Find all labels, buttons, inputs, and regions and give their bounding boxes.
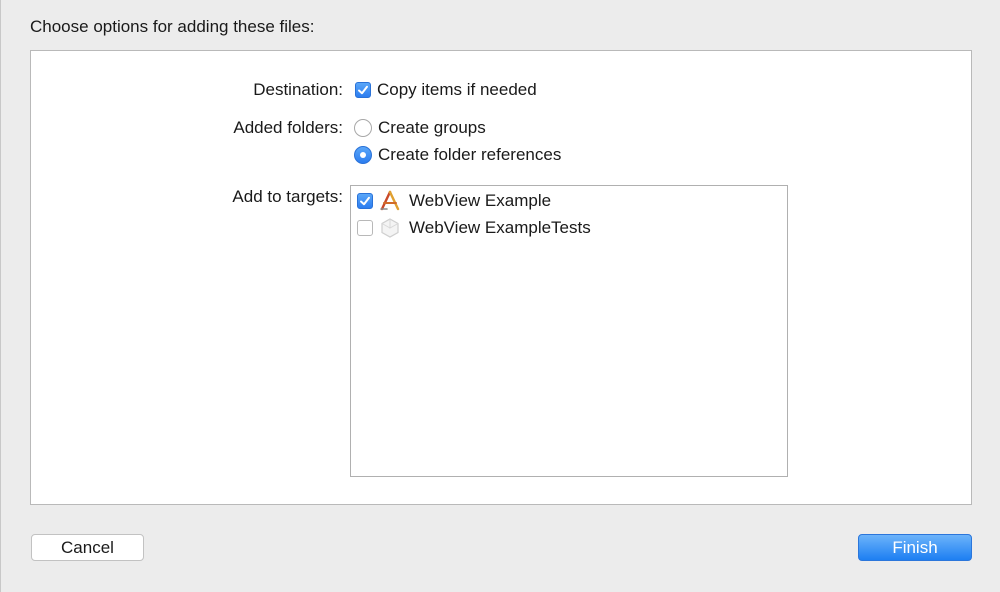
options-panel: Destination: Copy items if needed Added …: [30, 50, 972, 505]
copy-items-checkbox[interactable]: [355, 82, 371, 98]
create-groups-radio-option[interactable]: Create groups: [354, 118, 486, 138]
add-to-targets-label: Add to targets:: [232, 187, 343, 206]
create-groups-label: Create groups: [378, 118, 486, 137]
copy-items-checkbox-option[interactable]: Copy items if needed: [355, 80, 537, 100]
finish-button[interactable]: Finish: [858, 534, 972, 561]
target-checkbox-webview-example[interactable]: [357, 193, 373, 209]
app-target-icon: [379, 190, 401, 212]
targets-list[interactable]: WebView Example WebView ExampleTests: [350, 185, 788, 477]
target-row-webview-example[interactable]: WebView Example: [357, 190, 551, 212]
test-bundle-icon: [379, 217, 401, 239]
target-row-webview-exampletests[interactable]: WebView ExampleTests: [357, 217, 591, 239]
destination-label: Destination:: [253, 80, 343, 99]
target-checkbox-webview-exampletests[interactable]: [357, 220, 373, 236]
target-label-webview-example: WebView Example: [409, 191, 552, 210]
dialog-heading: Choose options for adding these files:: [30, 17, 315, 36]
create-folder-references-radio-option[interactable]: Create folder references: [354, 145, 561, 165]
target-label-webview-exampletests: WebView ExampleTests: [409, 218, 591, 237]
radio-dot-icon: [360, 152, 366, 158]
checkmark-icon: [358, 85, 368, 95]
copy-items-label: Copy items if needed: [377, 80, 537, 99]
create-folder-references-label: Create folder references: [378, 145, 562, 164]
cancel-button[interactable]: Cancel: [31, 534, 144, 561]
create-folder-references-radio[interactable]: [354, 146, 372, 164]
added-folders-label: Added folders:: [233, 118, 343, 137]
checkmark-icon: [360, 196, 370, 206]
create-groups-radio[interactable]: [354, 119, 372, 137]
add-files-dialog: Choose options for adding these files: D…: [0, 0, 1000, 592]
